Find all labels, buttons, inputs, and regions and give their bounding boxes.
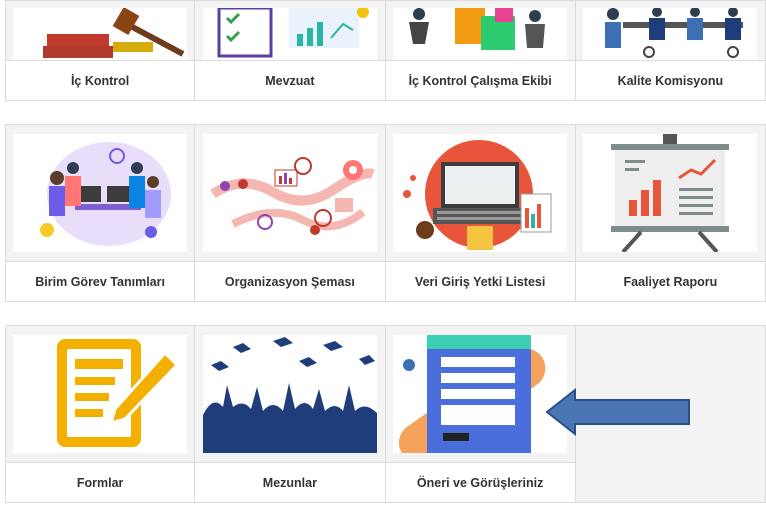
gavel-books-image [13,8,188,60]
graduates-image [202,335,377,453]
menu-row-1: İç Kontrol Mevzuat İç Kontrol Çalışma Ek… [5,0,766,101]
card-birim-gorev-tanimlari[interactable]: Birim Görev Tanımları [5,124,196,302]
card-label: Organizasyon Şeması [195,261,385,301]
card-faaliyet-raporu[interactable]: Faaliyet Raporu [574,124,766,302]
menu-row-2: Birim Görev Tanımları Organizasyon Şemas… [5,124,766,302]
card-label: Mezunlar [195,462,385,502]
card-formlar[interactable]: Formlar [5,325,196,503]
card-label: Mevzuat [195,60,385,100]
card-label: Öneri ve Görüşleriniz [385,462,575,502]
org-chart-image [202,134,377,252]
card-label: Kalite Komisyonu [575,60,765,100]
card-label: Formlar [6,462,195,502]
card-label: Birim Görev Tanımları [6,261,195,301]
card-mevzuat[interactable]: Mevzuat [194,0,386,101]
card-label: Faaliyet Raporu [575,261,765,301]
card-label: İç Kontrol Çalışma Ekibi [385,60,575,100]
card-mezunlar[interactable]: Mezunlar [194,325,386,503]
card-kalite-komisyonu[interactable]: Kalite Komisyonu [574,0,766,101]
card-label: Veri Giriş Yetki Listesi [385,261,575,301]
form-edit-icon [13,335,188,453]
laptop-image [393,134,568,252]
meeting-table-image [583,8,758,60]
card-ic-kontrol-calisma-ekibi[interactable]: İç Kontrol Çalışma Ekibi [384,0,576,101]
card-ic-kontrol[interactable]: İç Kontrol [5,0,196,101]
card-veri-giris-yetki-listesi[interactable]: Veri Giriş Yetki Listesi [384,124,576,302]
arrow-left-icon [545,387,690,437]
card-label: İç Kontrol [6,60,195,100]
office-team-image [13,134,188,252]
card-organizasyon-semasi[interactable]: Organizasyon Şeması [194,124,386,302]
presentation-board-image [583,134,758,252]
checklist-image [202,8,377,60]
team-puzzle-image [393,8,568,60]
feedback-form-image [393,335,568,453]
